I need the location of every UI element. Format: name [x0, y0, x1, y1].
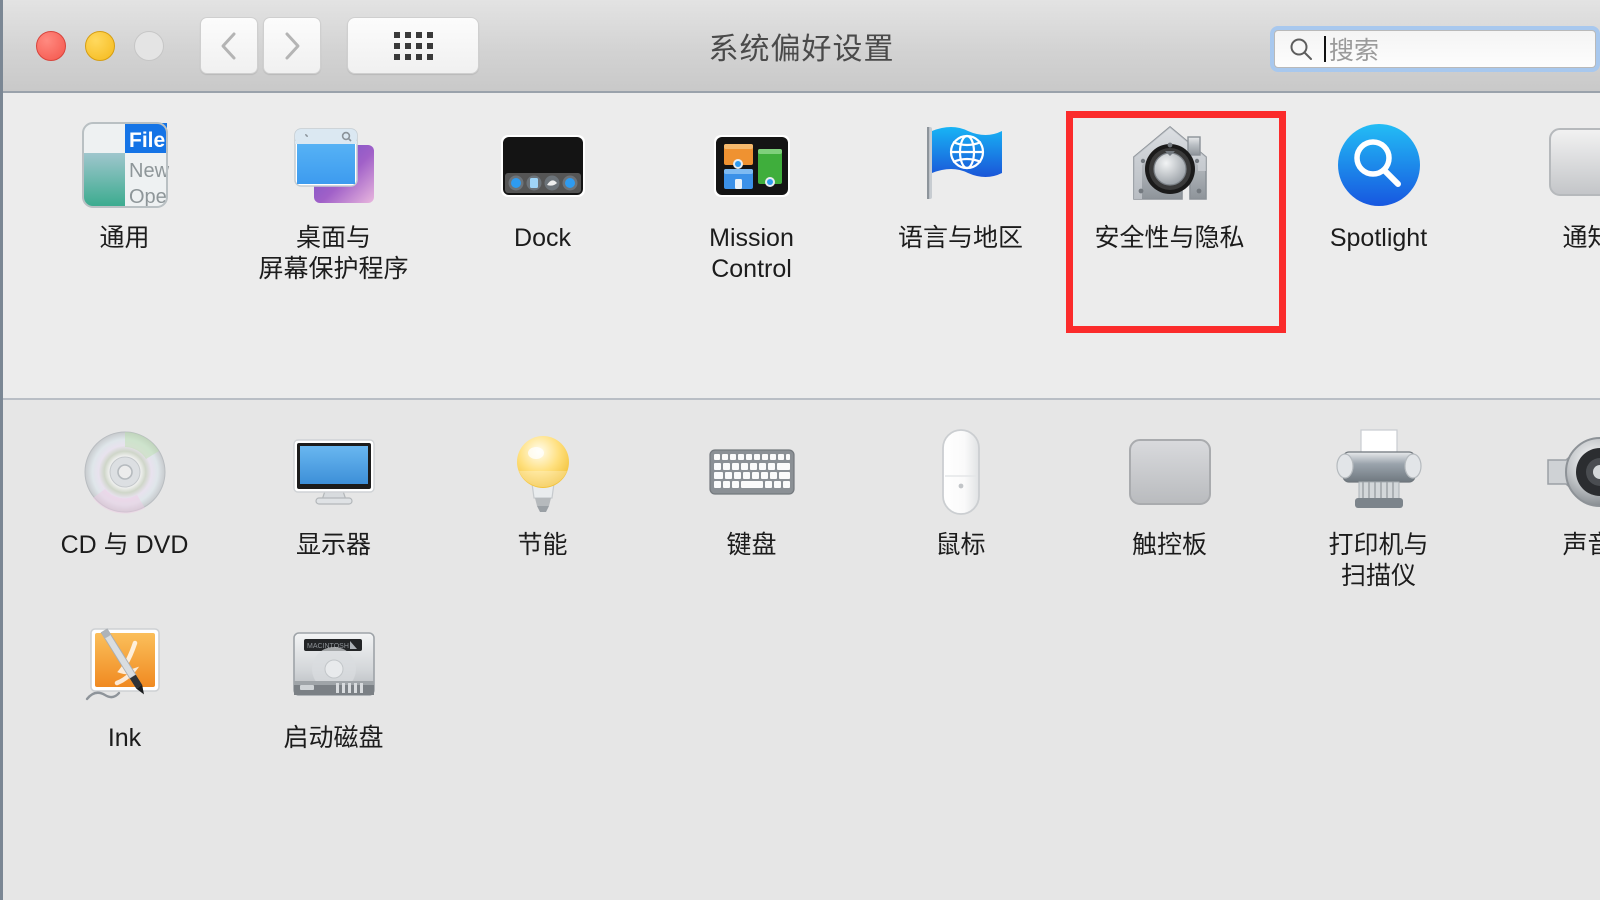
back-button[interactable] — [200, 17, 258, 74]
pref-item-label: 打印机与 扫描仪 — [1328, 530, 1428, 593]
pref-item-displays[interactable]: 显示器 — [229, 400, 438, 593]
startup-disk-icon: MACINTOSH — [286, 617, 382, 713]
pref-item-startup-disk[interactable]: MACINTOSH 启动磁盘 — [229, 593, 438, 754]
label-line-1: Mission — [709, 224, 794, 252]
pref-item-cd-dvd[interactable]: CD 与 DVD — [20, 400, 229, 593]
search-input[interactable]: 搜索 — [1274, 30, 1596, 68]
label-line-2: 扫描仪 — [1340, 562, 1416, 591]
pref-item-label: 显示器 — [295, 531, 371, 559]
pref-item-keyboard[interactable]: 键盘 — [647, 400, 856, 593]
navigation-button-group — [200, 17, 321, 74]
preferences-content: File New Ope 通用 桌面与 屏幕保护程序 Dock Mission … — [3, 93, 1600, 900]
general-icon: File New Ope — [77, 117, 173, 213]
spotlight-icon — [1331, 117, 1427, 213]
pref-item-spotlight[interactable]: Spotlight — [1274, 93, 1483, 286]
energy-saver-icon — [495, 424, 591, 520]
chevron-right-icon — [285, 32, 300, 59]
language-region-icon — [913, 117, 1009, 213]
svg-text:New: New — [129, 160, 170, 182]
pref-item-general[interactable]: File New Ope 通用 — [20, 93, 229, 286]
mission-control-icon — [704, 117, 800, 213]
dock-icon — [495, 117, 591, 213]
system-preferences-window: 系统偏好设置 搜索 File New Ope 通用 桌面与 屏幕保护程序 Doc… — [0, 0, 1600, 900]
zoom-button[interactable] — [134, 30, 164, 61]
pref-item-label: 启动磁盘 — [283, 723, 384, 752]
preference-row: Ink MACINTOSH 启动磁盘 — [20, 593, 1600, 754]
forward-button[interactable] — [263, 17, 321, 74]
pref-item-label: 安全性与隐私 — [1094, 224, 1245, 252]
search-placeholder: 搜索 — [1329, 37, 1380, 65]
label-line-1: 桌面与 — [295, 224, 371, 252]
pref-item-label: 桌面与 屏幕保护程序 — [258, 223, 408, 286]
notifications-icon — [1540, 117, 1600, 213]
svg-text:Ope: Ope — [129, 186, 167, 208]
pref-item-energy-saver[interactable]: 节能 — [438, 400, 647, 593]
search-icon — [1290, 38, 1312, 60]
desktop-screensaver-icon — [286, 117, 382, 213]
text-cursor — [1324, 36, 1326, 62]
pref-item-label: 语言与地区 — [897, 224, 1023, 252]
pref-item-label: Dock — [514, 224, 571, 252]
grid-dots-icon — [393, 31, 433, 60]
security-privacy-icon — [1122, 117, 1218, 213]
pref-item-desktop-screensaver[interactable]: 桌面与 屏幕保护程序 — [229, 93, 438, 286]
pref-item-label: Spotlight — [1329, 224, 1428, 252]
pref-item-label: 鼠标 — [935, 531, 986, 559]
chevron-left-icon — [221, 32, 236, 59]
pref-item-language-region[interactable]: 语言与地区 — [856, 93, 1065, 286]
pref-item-mission-control[interactable]: Mission Control — [647, 93, 856, 286]
label-line-2: Control — [711, 255, 792, 284]
cd-dvd-icon — [77, 424, 173, 520]
pref-item-label: 键盘 — [726, 531, 777, 559]
hardware-section: CD 与 DVD 显示器 节能 键盘 鼠标 触控板 打印机与 扫描仪 声 Ink… — [3, 400, 1600, 900]
pref-item-sound[interactable]: 声音 — [1483, 400, 1600, 593]
pref-item-security-privacy[interactable]: 安全性与隐私 — [1065, 93, 1274, 286]
printers-scanners-icon — [1331, 424, 1427, 520]
pref-item-label: CD 与 DVD — [60, 531, 189, 559]
window-toolbar: 系统偏好设置 搜索 — [3, 0, 1600, 93]
svg-text:File: File — [129, 129, 165, 152]
traffic-light-group — [36, 30, 164, 61]
minimize-button[interactable] — [85, 30, 115, 61]
keyboard-icon — [704, 424, 800, 520]
show-all-button[interactable] — [347, 17, 479, 74]
pref-item-notifications[interactable]: 通知 — [1483, 93, 1600, 286]
preference-row: File New Ope 通用 桌面与 屏幕保护程序 Dock Mission … — [20, 93, 1600, 286]
displays-icon — [286, 424, 382, 520]
pref-item-label: 通知 — [1562, 224, 1600, 252]
sound-icon — [1540, 424, 1600, 520]
close-button[interactable] — [36, 30, 66, 61]
personal-section: File New Ope 通用 桌面与 屏幕保护程序 Dock Mission … — [3, 93, 1600, 398]
pref-item-label: 通用 — [99, 224, 150, 252]
pref-item-printers-scanners[interactable]: 打印机与 扫描仪 — [1274, 400, 1483, 593]
pref-item-trackpad[interactable]: 触控板 — [1065, 400, 1274, 593]
pref-item-mouse[interactable]: 鼠标 — [856, 400, 1065, 593]
ink-icon — [77, 617, 173, 713]
pref-item-label: Ink — [107, 723, 142, 752]
trackpad-icon — [1122, 424, 1218, 520]
search-field-container[interactable]: 搜索 — [1270, 26, 1600, 72]
pref-item-label: 节能 — [517, 531, 568, 559]
pref-item-dock[interactable]: Dock — [438, 93, 647, 286]
pref-item-label: 声音 — [1562, 531, 1600, 559]
pref-item-label: 触控板 — [1131, 531, 1207, 559]
label-line-2: 屏幕保护程序 — [258, 255, 409, 284]
pref-item-ink[interactable]: Ink — [20, 593, 229, 754]
label-line-1: 打印机与 — [1328, 531, 1429, 559]
preference-row: CD 与 DVD 显示器 节能 键盘 鼠标 触控板 打印机与 扫描仪 声 — [20, 400, 1600, 593]
mouse-icon — [913, 424, 1009, 520]
pref-item-label: Mission Control — [709, 223, 794, 286]
